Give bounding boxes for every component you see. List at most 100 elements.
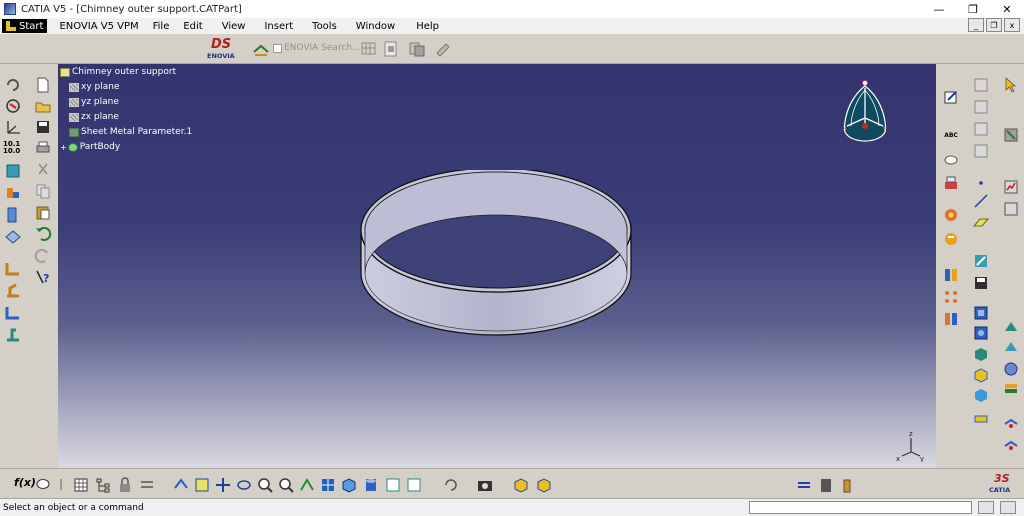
select-arrow-icon[interactable] (1002, 76, 1020, 94)
stamp-icon[interactable] (4, 326, 22, 344)
constraint-icon[interactable] (972, 76, 990, 94)
clash2-icon[interactable] (1002, 436, 1020, 454)
tools-icon[interactable] (1002, 126, 1020, 144)
menu-help[interactable]: Help (402, 21, 446, 32)
tree-item[interactable]: zx plane (69, 112, 119, 122)
fly-icon[interactable] (172, 476, 190, 494)
material2-icon[interactable] (535, 476, 553, 494)
menu-tools[interactable]: Tools (300, 21, 344, 32)
copy-doc-icon[interactable] (408, 40, 426, 58)
measure-icon[interactable]: 10.1 10.0 (3, 139, 23, 157)
annotation-icon[interactable] (942, 152, 960, 170)
constraint4-icon[interactable] (972, 142, 990, 160)
pin-icon[interactable] (52, 476, 70, 494)
zoom-in-icon[interactable] (256, 476, 274, 494)
view-front-icon[interactable] (972, 304, 990, 322)
render-icon[interactable] (972, 386, 990, 404)
menu-file[interactable]: File (146, 21, 177, 32)
swap-icon[interactable] (405, 476, 423, 494)
3d-viewport[interactable]: Chimney outer support xy plane yz plane … (58, 64, 936, 468)
command-stop-button[interactable] (978, 501, 994, 514)
open-icon[interactable] (34, 97, 52, 115)
multi-view-icon[interactable] (319, 476, 337, 494)
save-icon[interactable] (34, 118, 52, 136)
rotate-icon[interactable] (235, 476, 253, 494)
edit-doc-icon[interactable] (434, 40, 452, 58)
geodesic-icon[interactable] (1002, 360, 1020, 378)
table-icon[interactable] (72, 476, 90, 494)
command-input[interactable] (749, 501, 972, 514)
help-icon[interactable]: ? (34, 268, 52, 286)
compass-snap-icon[interactable] (795, 476, 813, 494)
menu-enovia[interactable]: ENOVIA V5 VPM (47, 21, 145, 32)
sketch-tool-icon[interactable] (942, 88, 960, 106)
hide-show-icon[interactable] (972, 410, 990, 428)
axis-icon[interactable] (4, 118, 22, 136)
constraint2-icon[interactable] (972, 98, 990, 116)
tree-item[interactable]: Sheet Metal Parameter.1 (69, 127, 192, 137)
surface-tool-icon[interactable] (1002, 318, 1020, 336)
close-button[interactable]: ✕ (990, 0, 1024, 18)
constraint3-icon[interactable] (972, 120, 990, 138)
maximize-button[interactable]: ❐ (956, 0, 990, 18)
analysis2-icon[interactable] (1002, 200, 1020, 218)
clipboard-icon[interactable] (817, 476, 835, 494)
bottle-icon[interactable] (838, 476, 856, 494)
point-icon[interactable] (972, 174, 990, 192)
menu-view[interactable]: View (210, 21, 253, 32)
part-icon[interactable] (4, 162, 22, 180)
catalog-icon[interactable] (942, 206, 960, 224)
pan-icon[interactable] (214, 476, 232, 494)
shading-icon[interactable] (972, 366, 990, 384)
menu-start[interactable]: Start (2, 19, 48, 33)
document-icon[interactable] (382, 40, 400, 58)
pattern-icon[interactable] (942, 288, 960, 306)
grid-search-icon[interactable] (360, 40, 378, 58)
formula-fx-icon[interactable]: f(x) (14, 476, 36, 489)
wall-icon[interactable] (4, 304, 22, 322)
shading-mode-icon[interactable] (362, 476, 380, 494)
formula-icon[interactable] (942, 229, 960, 247)
tree-item[interactable]: xy plane (69, 82, 119, 92)
unfold-icon[interactable] (4, 282, 22, 300)
analysis-icon[interactable] (1002, 178, 1020, 196)
save-tool-icon[interactable] (972, 274, 990, 292)
flange-icon[interactable] (4, 206, 22, 224)
redo-icon[interactable] (34, 246, 52, 264)
paste-icon[interactable] (34, 203, 52, 221)
command-help-button[interactable] (1000, 501, 1016, 514)
minimize-button[interactable]: — (922, 0, 956, 18)
plane-tool-icon[interactable] (972, 214, 990, 232)
line-icon[interactable] (972, 192, 990, 210)
menu-edit[interactable]: Edit (176, 21, 209, 32)
iso-view-icon[interactable] (340, 476, 358, 494)
material-icon[interactable] (512, 476, 530, 494)
surface-tool2-icon[interactable] (1002, 338, 1020, 356)
view-top-icon[interactable] (972, 324, 990, 342)
equal-icon[interactable] (138, 476, 156, 494)
tree-root[interactable]: Chimney outer support (60, 67, 176, 77)
bend-icon[interactable] (4, 260, 22, 278)
doc-close-button[interactable]: x (1004, 18, 1020, 32)
zoom-out-icon[interactable] (277, 476, 295, 494)
fit-all-icon[interactable] (193, 476, 211, 494)
menu-window[interactable]: Window (344, 21, 402, 32)
sheet-icon[interactable] (4, 184, 22, 202)
layers-icon[interactable] (1002, 380, 1020, 398)
flag-icon[interactable] (942, 174, 960, 192)
cut-icon[interactable] (34, 161, 52, 179)
copy-icon[interactable] (34, 182, 52, 200)
tree-item[interactable]: + PartBody (60, 142, 120, 152)
hide-icon[interactable] (384, 476, 402, 494)
scan-icon[interactable] (972, 252, 990, 270)
compass-icon[interactable]: x y (839, 78, 891, 150)
loop-icon[interactable] (4, 76, 22, 94)
doc-restore-button[interactable]: ❐ (986, 18, 1002, 32)
enovia-search-option[interactable]: ENOVIA Search... (273, 43, 361, 53)
undo-icon[interactable] (34, 224, 52, 242)
expand-icon[interactable]: + (60, 143, 67, 152)
normal-view-icon[interactable] (298, 476, 316, 494)
enovia-search-checkbox[interactable] (273, 43, 282, 53)
print-icon[interactable] (34, 139, 52, 157)
doc-minimize-button[interactable]: _ (968, 18, 984, 32)
